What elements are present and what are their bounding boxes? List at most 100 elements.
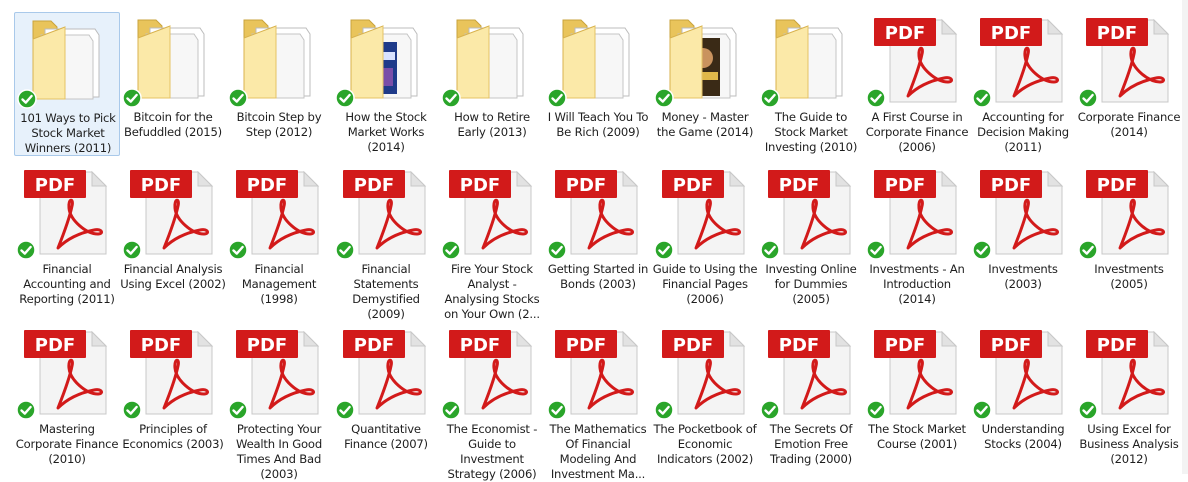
pdf-file-item[interactable]: PDF Understanding Stocks (2004) — [970, 324, 1076, 474]
pdf-badge-text: PDF — [460, 175, 500, 196]
sync-check-icon — [972, 400, 992, 420]
item-name-label: Financial Accounting and Reporting (2011… — [19, 262, 115, 306]
pdf-badge-text: PDF — [885, 23, 925, 44]
pdf-file-item[interactable]: PDF The Pocketbook of Economic Indicators… — [652, 324, 758, 474]
sync-check-icon — [866, 88, 886, 108]
item-name-label: The Guide to Stock Market Investing (201… — [764, 110, 858, 154]
folder-item[interactable]: How to Retire Early (2013) — [439, 12, 545, 156]
item-name-label: The Stock Market Course (2001) — [868, 422, 966, 451]
item-name-label: Financial Statements Demystified (2009) — [352, 262, 420, 321]
pdf-badge-text: PDF — [885, 335, 925, 356]
folder-item[interactable]: Money - Master the Game (2014) — [652, 12, 758, 156]
sync-check-icon — [16, 240, 36, 260]
pdf-badge-text: PDF — [247, 335, 287, 356]
pdf-badge-text: PDF — [354, 175, 394, 196]
item-name-label: Accounting for Decision Making (2011) — [977, 110, 1069, 154]
sync-check-icon — [335, 240, 355, 260]
pdf-file-item[interactable]: PDF Investments (2003) — [970, 164, 1076, 314]
pdf-file-item[interactable]: PDF Getting Started in Bonds (2003) — [545, 164, 651, 314]
pdf-file-item[interactable]: PDF Financial Management (1998) — [226, 164, 332, 314]
item-name-label: Principles of Economics (2003) — [122, 422, 224, 451]
pdf-badge-text: PDF — [460, 335, 500, 356]
pdf-file-item[interactable]: PDF Investing Online for Dummies (2005) — [758, 164, 864, 314]
item-name-label: The Mathematics Of Financial Modeling An… — [549, 422, 647, 481]
sync-check-icon — [228, 400, 248, 420]
pdf-file-item[interactable]: PDF Mastering Corporate Finance (2010) — [14, 324, 120, 474]
pdf-badge-text: PDF — [1097, 23, 1137, 44]
sync-check-icon — [441, 240, 461, 260]
sync-check-icon — [441, 400, 461, 420]
sync-check-icon — [441, 88, 461, 108]
pdf-badge-text: PDF — [35, 335, 75, 356]
item-name-label: Investing Online for Dummies (2005) — [765, 262, 857, 306]
folder-item[interactable]: Bitcoin for the Befuddled (2015) — [120, 12, 226, 156]
pdf-file-item[interactable]: PDF The Secrets Of Emotion Free Trading (… — [758, 324, 864, 474]
item-name-label: A First Course in Corporate Finance (200… — [865, 110, 969, 154]
sync-check-icon — [17, 89, 37, 109]
item-name-label: Corporate Finance (2014) — [1077, 110, 1181, 139]
sync-check-icon — [547, 88, 567, 108]
pdf-file-item[interactable]: PDF Financial Analysis Using Excel (2002) — [120, 164, 226, 314]
pdf-badge-text: PDF — [673, 335, 713, 356]
sync-check-icon — [760, 88, 780, 108]
sync-check-icon — [760, 400, 780, 420]
folder-item[interactable]: Bitcoin Step by Step (2012) — [226, 12, 332, 156]
sync-check-icon — [760, 240, 780, 260]
pdf-badge-text: PDF — [779, 335, 819, 356]
item-name-label: Using Excel for Business Analysis (2012) — [1079, 422, 1179, 466]
pdf-file-item[interactable]: PDF Principles of Economics (2003) — [120, 324, 226, 474]
sync-check-icon — [654, 240, 674, 260]
pdf-badge-text: PDF — [991, 23, 1031, 44]
item-name-label: I Will Teach You To Be Rich (2009) — [547, 110, 649, 139]
item-name-label: Bitcoin Step by Step (2012) — [236, 110, 322, 139]
item-name-label: How the Stock Market Works (2014) — [345, 110, 427, 154]
pdf-badge-text: PDF — [35, 175, 75, 196]
pdf-file-item[interactable]: PDF Protecting Your Wealth In Good Times … — [226, 324, 332, 481]
pdf-file-item[interactable]: PDF Quantitative Finance (2007) — [333, 324, 439, 474]
pdf-file-item[interactable]: PDF Financial Accounting and Reporting (2… — [14, 164, 120, 314]
pdf-file-item[interactable]: PDF Financial Statements Demystified (200… — [333, 164, 439, 321]
pdf-file-item[interactable]: PDF Accounting for Decision Making (2011) — [970, 12, 1076, 156]
item-name-label: The Secrets Of Emotion Free Trading (200… — [769, 422, 853, 466]
sync-check-icon — [335, 88, 355, 108]
pdf-badge-text: PDF — [1097, 175, 1137, 196]
item-name-label: Guide to Using the Financial Pages (2006… — [652, 262, 758, 306]
pdf-file-item[interactable]: PDF Investments - An Introduction (2014) — [864, 164, 970, 314]
folder-item[interactable]: How the Stock Market Works (2014) — [333, 12, 439, 156]
sync-check-icon — [122, 400, 142, 420]
folder-item[interactable]: I Will Teach You To Be Rich (2009) — [545, 12, 651, 156]
item-name-label: The Economist - Guide to Investment Stra… — [446, 422, 538, 481]
pdf-file-item[interactable]: PDF Investments (2005) — [1076, 164, 1182, 314]
pdf-badge-text: PDF — [566, 335, 606, 356]
sync-check-icon — [547, 240, 567, 260]
sync-check-icon — [228, 240, 248, 260]
pdf-badge-text: PDF — [991, 335, 1031, 356]
pdf-file-item[interactable]: PDF Using Excel for Business Analysis (20… — [1076, 324, 1182, 474]
sync-check-icon — [228, 88, 248, 108]
pdf-file-item[interactable]: PDF Corporate Finance (2014) — [1076, 12, 1182, 156]
pdf-file-item[interactable]: PDF Guide to Using the Financial Pages (2… — [652, 164, 758, 314]
folder-item[interactable]: 101 Ways to Pick Stock Market Winners (2… — [14, 12, 120, 156]
pdf-file-item[interactable]: PDF Fire Your Stock Analyst - Analysing S… — [439, 164, 545, 321]
sync-check-icon — [972, 240, 992, 260]
pdf-badge-text: PDF — [141, 335, 181, 356]
item-name-label: Getting Started in Bonds (2003) — [547, 262, 649, 291]
sync-check-icon — [1078, 400, 1098, 420]
pdf-file-item[interactable]: PDF The Economist - Guide to Investment S… — [439, 324, 545, 481]
vertical-scrollbar[interactable] — [1182, 0, 1188, 474]
item-name-label: Money - Master the Game (2014) — [656, 110, 754, 139]
sync-check-icon — [122, 240, 142, 260]
sync-check-icon — [547, 400, 567, 420]
pdf-file-item[interactable]: PDF A First Course in Corporate Finance (… — [864, 12, 970, 156]
pdf-file-item[interactable]: PDF The Stock Market Course (2001) — [864, 324, 970, 474]
item-name-label: Fire Your Stock Analyst - Analysing Stoc… — [444, 262, 540, 321]
pdf-file-item[interactable]: PDF The Mathematics Of Financial Modeling… — [545, 324, 651, 481]
pdf-badge-text: PDF — [566, 175, 606, 196]
sync-check-icon — [335, 400, 355, 420]
folder-item[interactable]: The Guide to Stock Market Investing (201… — [758, 12, 864, 156]
sync-check-icon — [866, 240, 886, 260]
item-name-label: Financial Analysis Using Excel (2002) — [120, 262, 226, 291]
sync-check-icon — [16, 400, 36, 420]
sync-check-icon — [972, 88, 992, 108]
item-name-label: Mastering Corporate Finance (2010) — [15, 422, 119, 466]
